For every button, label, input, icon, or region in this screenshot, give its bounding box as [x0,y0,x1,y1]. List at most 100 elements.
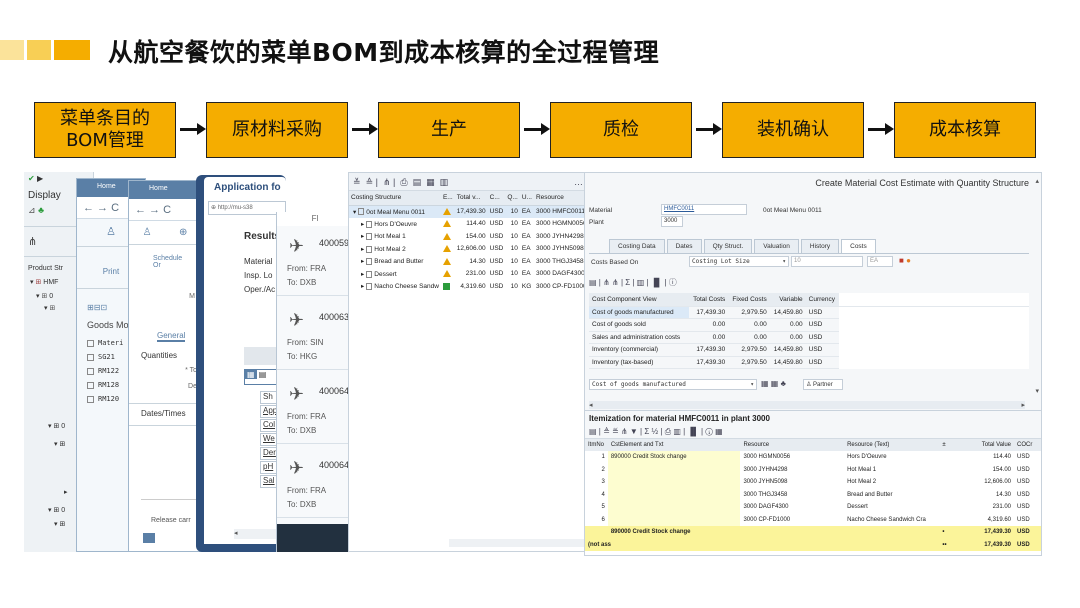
user-icon-2[interactable]: ♙ [143,227,152,238]
estimate-tab[interactable]: Costs [841,239,876,253]
url-bar[interactable]: ⊕ http://mu-s38 [208,201,286,215]
export-icon[interactable]: ▤ [413,177,422,187]
graph-icon[interactable]: ▐▌ [651,278,662,287]
grid-icon-3[interactable]: ▦ [715,427,723,436]
costing-h-scrollbar[interactable] [449,539,585,547]
costing-row[interactable]: ▾ 0ot Meal Menu 0011 17,439.30 USD 10 EA 3000 … [349,205,587,218]
checkbox[interactable] [87,339,94,347]
chart-icon[interactable]: ▦ [426,177,435,187]
expand-icon[interactable]: ▸ [361,271,364,278]
item-total-row[interactable]: (not ass •• 17,439.30 USD [585,538,1041,551]
expand-all-icon[interactable]: ≚ [353,177,361,187]
item-row[interactable]: 4 3000 THGJ3458 Bread and Butter 14.30 USD [585,488,1041,501]
cost-component-row[interactable]: Cost of goods sold 0.00 0.00 0.00 USD [589,318,1029,332]
checkbox[interactable] [87,395,94,403]
tree-node-lower-4[interactable]: ▾ ⊞ 0 [48,506,65,514]
find-next-icon[interactable]: ⋔ [612,278,619,287]
plant-field[interactable]: 3000 [661,216,683,227]
cost-component-row[interactable]: Cost of goods manufactured 17,439.30 2,979… [589,306,1029,319]
estimate-tab[interactable]: Valuation [754,239,799,253]
flight-item[interactable]: ✈ 400059 From: FRA To: DXB [277,226,352,296]
expand-icon[interactable]: ▸ [361,283,364,290]
print-icon[interactable]: ⎙ [400,177,407,187]
estimate-tab[interactable]: Costing Data [609,239,665,253]
costing-col-header[interactable]: E... [440,191,455,206]
lot-unit-field[interactable]: EA [867,256,893,267]
item-row[interactable]: 1 890000 Credit Stock change 3000 HGMN0056… [585,451,1041,464]
estimate-tab[interactable]: Dates [666,239,702,253]
details-icon-3[interactable]: ▤ [589,427,597,436]
scroll-up-icon[interactable]: ▴ [1035,177,1039,185]
tree-node-lower-5[interactable]: ▾ ⊞ [54,520,65,528]
costing-row[interactable]: ▸ Hot Meal 1 154.00 USD 10 EA 3000 JYHN4298 [349,230,587,243]
layout-icon-3[interactable]: ▥ [673,427,681,436]
filter-icon[interactable]: ▼ [630,427,638,436]
item-col-header[interactable]: Resource [740,439,845,451]
pin-icon[interactable]: ⊿ [28,205,36,215]
print-icon-3[interactable]: ⎙ [665,427,671,436]
status-icons[interactable]: ■ ● [899,256,911,265]
cost-col-header[interactable]: Total Costs [689,293,729,307]
costing-row[interactable]: ▸ Nacho Cheese Sandw 4,319.60 USD 10 KG 3000 C… [349,280,587,293]
scroll-down-icon[interactable]: ▾ [1035,387,1039,395]
sort-asc-icon[interactable]: ≜ [603,427,610,436]
export-icon-2[interactable]: ▥ [637,278,645,287]
graph-icon-3[interactable]: ▐▌ [687,427,698,436]
subtotal-icon[interactable]: ½ [652,427,659,436]
collapse-icon[interactable]: ▾ [353,209,356,216]
tree-node-lower-1[interactable]: ▾ ⊞ 0 [48,422,65,430]
more-icon[interactable]: … [574,177,583,187]
item-row[interactable]: 3 3000 JYHN5098 Hot Meal 2 12,606.00 USD [585,476,1041,489]
item-row[interactable]: 6 3000 CP-FD1000 Nacho Cheese Sandwich Cra… [585,513,1041,526]
costing-col-header[interactable]: Costing Structure [349,191,441,206]
checkbox[interactable] [87,353,94,361]
release-button[interactable]: Release carr [151,517,191,524]
layout-icon[interactable]: ▥ [440,177,449,187]
ok-icon[interactable]: ✔ [28,174,35,183]
item-row[interactable]: 2 3000 JYHN4298 Hot Meal 1 154.00 USD [585,463,1041,476]
costing-col-header[interactable]: Q... [505,191,520,206]
collapse-all-icon[interactable]: ≙ [366,177,374,187]
costing-col-header[interactable]: Total v... [454,191,488,206]
estimate-tab[interactable]: Qty Struct. [703,239,753,253]
browser-nav-2[interactable]: ← → C [129,199,201,221]
costing-col-header[interactable]: U... [519,191,534,206]
item-row[interactable]: 5 3000 DAGF4300 Dessert 231.00 USD [585,501,1041,514]
expand-icon[interactable]: ▸ [361,221,364,228]
cost-component-row[interactable]: Sales and administration costs 0.00 0.00 0.… [589,331,1029,344]
costs-based-select[interactable]: Costing Lot Size ▾ [689,256,789,267]
footer-icon[interactable] [143,533,155,543]
estimate-tab[interactable]: History [800,239,840,253]
sum-icon-3[interactable]: Σ [644,427,649,436]
cost-col-header[interactable]: Currency [805,293,839,307]
checkbox[interactable] [87,367,94,375]
costing-row[interactable]: ▸ Bread and Butter 14.30 USD 10 EA 3000 THGJ34… [349,255,587,268]
item-subtotal-row[interactable]: 890000 Credit Stock change • 17,439.30 USD [585,526,1041,539]
info-icon-3[interactable]: ⓘ [705,427,712,436]
costing-row[interactable]: ▸ Hot Meal 2 12,606.00 USD 10 EA 3000 JYHN5098 [349,243,587,256]
sort-desc-icon[interactable]: ≝ [612,427,619,436]
cost-col-header[interactable]: Cost Component View [589,293,689,307]
tab-general[interactable]: General [157,331,186,342]
cost-component-row[interactable]: Inventory (commercial) 17,439.30 2,979.50 1… [589,343,1029,357]
partner-button[interactable]: ♙ Partner [803,379,843,390]
expand-icon[interactable]: ▸ [361,246,364,253]
material-field[interactable]: HMFC0011 [661,204,747,215]
cost-col-header[interactable]: Variable [769,293,806,307]
tree-node-lower-2[interactable]: ▾ ⊞ [54,440,65,448]
find-icon-2[interactable]: ⋔ [603,278,610,287]
checkbox[interactable] [87,381,94,389]
binoculars-icon[interactable]: ⋔ [28,236,37,248]
browser-tab-2[interactable]: Home [129,181,201,199]
expand-icon[interactable]: ▸ [361,233,364,240]
item-col-header[interactable]: Resource (Text) [844,439,940,451]
expand-icon[interactable]: ▸ [361,258,364,265]
flight-item[interactable]: ✈ 400064 From: FRA To: DXB [277,448,352,518]
sum-icon[interactable]: Σ [625,278,630,287]
view-select[interactable]: Cost of goods manufactured ▾ [589,379,757,390]
item-col-header[interactable]: ItmNo [585,439,608,451]
item-col-header[interactable]: Total Value [951,439,1014,451]
costing-row[interactable]: ▸ Dessert 231.00 USD 10 EA 3000 DAGF4300 [349,268,587,281]
leaf-icon[interactable]: ♣ [38,205,44,215]
find-icon[interactable]: ⋔ [383,177,391,187]
